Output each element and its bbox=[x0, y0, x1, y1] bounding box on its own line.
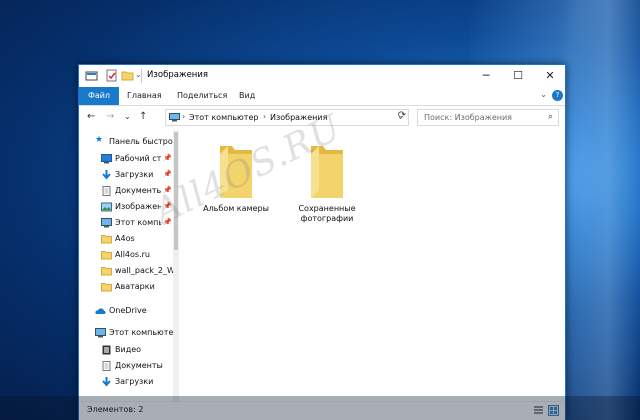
search-input[interactable]: Поиск: Изображения ⌕ bbox=[417, 109, 559, 126]
video-icon bbox=[102, 345, 111, 355]
desktop-icon bbox=[101, 154, 112, 164]
pictures-icon bbox=[101, 202, 112, 212]
breadcrumb-separator: › bbox=[263, 112, 267, 121]
forward-arrow-icon[interactable]: → bbox=[106, 111, 114, 122]
recent-locations-icon[interactable]: ⌄ bbox=[124, 112, 131, 121]
nav-item-avatars[interactable]: Аватарки bbox=[79, 280, 175, 295]
minimize-button[interactable]: ─ bbox=[470, 65, 502, 87]
nav-item-a4os[interactable]: A4os bbox=[79, 232, 175, 247]
nav-item-downloads[interactable]: Загрузки 📌 bbox=[79, 168, 175, 183]
computer-icon bbox=[101, 218, 112, 228]
folder-icon bbox=[101, 235, 112, 244]
ribbon-expand-icon[interactable]: ⌄ bbox=[540, 90, 547, 99]
tab-view[interactable]: Вид bbox=[239, 87, 255, 105]
wallpaper-light-beam-secondary bbox=[560, 0, 640, 420]
screen-bottom-shade bbox=[0, 396, 640, 420]
tab-share[interactable]: Поделиться bbox=[177, 87, 227, 105]
folder-icon bbox=[101, 267, 112, 276]
properties-icon[interactable] bbox=[105, 69, 118, 82]
title-separator bbox=[141, 69, 142, 83]
close-button[interactable]: ✕ bbox=[534, 65, 566, 87]
onedrive-cloud-icon bbox=[95, 308, 106, 314]
folder-icon bbox=[101, 251, 112, 260]
document-icon bbox=[102, 186, 111, 196]
search-icon: ⌕ bbox=[547, 112, 553, 122]
tab-home[interactable]: Главная bbox=[127, 87, 162, 105]
nav-item-wall-pack[interactable]: wall_pack_2_Win bbox=[79, 264, 175, 279]
nav-item-desktop[interactable]: Рабочий сто 📌 bbox=[79, 152, 175, 167]
nav-item-pc-documents[interactable]: Документы bbox=[79, 359, 175, 374]
breadcrumb-separator: › bbox=[182, 112, 186, 121]
explorer-app-icon bbox=[85, 71, 98, 81]
folder-icon bbox=[101, 283, 112, 292]
download-icon bbox=[102, 377, 111, 387]
new-folder-icon[interactable] bbox=[121, 69, 134, 82]
up-arrow-icon[interactable]: ↑ bbox=[139, 111, 147, 122]
folder-label-line1: Сохраненные bbox=[298, 204, 356, 213]
maximize-button[interactable]: ☐ bbox=[502, 65, 534, 87]
title-bar: ⌄ Изображения ─ ☐ ✕ bbox=[79, 65, 565, 87]
nav-item-pc-downloads[interactable]: Загрузки bbox=[79, 375, 175, 390]
navigation-pane: ★ Панель быстрого Рабочий сто 📌 Загрузки… bbox=[79, 130, 177, 401]
window-title: Изображения bbox=[147, 70, 209, 80]
download-icon bbox=[102, 170, 111, 180]
ribbon-tabs: Файл Главная Поделиться Вид ⌄ ? bbox=[79, 87, 565, 106]
tab-file[interactable]: Файл bbox=[79, 87, 119, 105]
address-bar[interactable]: › Этот компьютер › Изображения ⌄ bbox=[165, 109, 409, 126]
help-icon[interactable]: ? bbox=[552, 90, 563, 101]
nav-item-video[interactable]: Видео bbox=[79, 343, 175, 358]
nav-item-all4os[interactable]: All4os.ru bbox=[79, 248, 175, 263]
nav-onedrive[interactable]: OneDrive bbox=[79, 304, 175, 319]
pin-icon: 📌 bbox=[163, 154, 172, 162]
computer-icon bbox=[95, 328, 106, 338]
nav-quick-access[interactable]: ★ Панель быстрого bbox=[79, 135, 175, 150]
document-icon bbox=[102, 361, 111, 371]
pin-icon: 📌 bbox=[163, 170, 172, 178]
search-placeholder: Поиск: Изображения bbox=[424, 113, 512, 122]
refresh-icon[interactable]: ⟳ bbox=[395, 110, 409, 125]
nav-this-pc[interactable]: Этот компьютер bbox=[79, 326, 175, 341]
star-icon: ★ bbox=[95, 135, 104, 145]
folder-label-line2: фотографии bbox=[300, 214, 354, 223]
computer-icon bbox=[169, 113, 180, 122]
breadcrumb-this-pc[interactable]: Этот компьютер bbox=[189, 113, 258, 122]
back-arrow-icon[interactable]: ← bbox=[87, 111, 95, 122]
